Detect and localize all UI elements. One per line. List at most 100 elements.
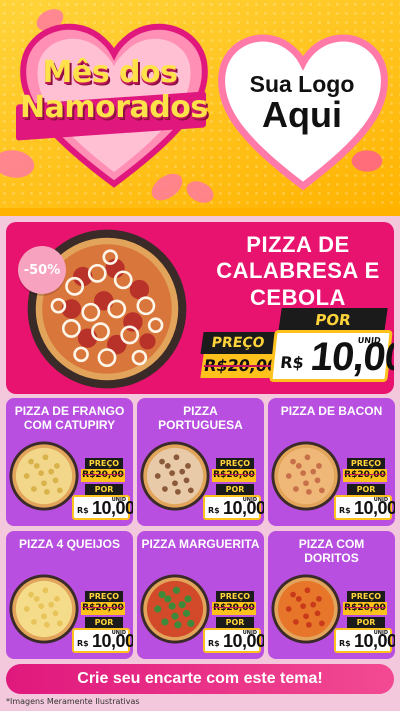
- old-price-value: R$20,00: [213, 470, 255, 480]
- logo-placeholder: Sua Logo Aqui: [222, 72, 382, 134]
- pizza-image: [140, 574, 210, 644]
- topping-piece: [306, 488, 312, 495]
- currency-symbol: R$: [339, 639, 351, 648]
- new-price-box: R$ 10,00 UNID: [72, 628, 133, 653]
- product-card[interactable]: PIZZA MARGUERITA PREÇO R$20,00 POR R$ 10…: [137, 531, 264, 659]
- topping-piece: [293, 619, 299, 625]
- create-flyer-button[interactable]: Crie seu encarte com este tema!: [6, 664, 394, 694]
- topping-piece: [56, 487, 63, 494]
- topping-piece: [173, 454, 180, 461]
- topping-piece: [52, 477, 59, 484]
- new-price-label: POR: [347, 484, 385, 495]
- pizza-image: [9, 441, 79, 511]
- new-price-box: R$ 10,00 UNID: [203, 495, 264, 520]
- product-card[interactable]: PIZZA COM DORITOS PREÇO R$20,00 POR R$ 1…: [268, 531, 395, 659]
- old-price: R$20,00: [212, 602, 256, 615]
- topping-piece: [304, 454, 311, 461]
- topping-piece: [303, 480, 309, 487]
- old-price-label: PREÇO: [347, 458, 385, 469]
- old-price-value: R$20,00: [82, 603, 124, 613]
- product-name: PIZZA DE FRANGO COM CATUPIRY: [14, 404, 125, 433]
- unit-label: UNID: [111, 497, 126, 503]
- pizza-image: [9, 574, 79, 644]
- title-line-1: Mês dos: [42, 55, 178, 90]
- topping-piece: [187, 619, 195, 627]
- footnote: *Imagens Meramente Ilustrativas: [6, 697, 140, 706]
- topping-piece: [179, 468, 186, 475]
- new-price-label: POR: [85, 484, 123, 495]
- topping-piece: [285, 606, 292, 612]
- old-price-value: R$20,00: [82, 470, 124, 480]
- logo-line-1: Sua Logo: [249, 71, 355, 97]
- currency-symbol: R$: [279, 353, 305, 372]
- topping-piece: [48, 468, 55, 475]
- unit-label: UNID: [111, 630, 126, 636]
- unit-label: UNID: [357, 336, 382, 345]
- product-name: PIZZA COM DORITOS: [298, 537, 365, 566]
- new-price-box: R$ 10,00 UNID: [203, 628, 264, 653]
- new-price-box: R$ 10,00 UNID: [334, 495, 395, 520]
- topping-piece: [33, 463, 40, 469]
- topping-piece: [295, 463, 302, 469]
- topping-piece: [158, 591, 166, 599]
- featured-product-card[interactable]: -50% PIZZA DE CALABRESA E CEBOLA PREÇO R…: [6, 222, 394, 394]
- topping-piece: [41, 480, 47, 487]
- old-price: R$20,00: [81, 469, 125, 482]
- currency-symbol: R$: [208, 506, 220, 515]
- pizza-image: [271, 574, 341, 644]
- product-card[interactable]: PIZZA PORTUGUESA PREÇO R$20,00 POR R$ 10…: [137, 398, 264, 526]
- header-banner: Mês dos Namorados Sua Logo Aqui: [0, 0, 400, 215]
- topping-piece: [318, 487, 325, 494]
- unit-label: UNID: [373, 630, 388, 636]
- topping-piece: [38, 603, 44, 609]
- topping-piece: [310, 601, 317, 608]
- product-name: PIZZA PORTUGUESA: [158, 404, 243, 433]
- old-price-label: PREÇO: [347, 591, 385, 602]
- currency-symbol: R$: [339, 506, 351, 515]
- pizza-image: [140, 441, 210, 511]
- product-card[interactable]: PIZZA DE BACON PREÇO R$20,00 POR R$ 10,0…: [268, 398, 395, 526]
- old-price: R$20,00: [212, 469, 256, 482]
- topping-piece: [172, 480, 178, 487]
- new-price-value: 10,00: [308, 335, 394, 379]
- old-price-label: PREÇO: [216, 458, 254, 469]
- topping-piece: [169, 470, 175, 476]
- new-price-label: POR: [278, 308, 388, 332]
- topping-piece: [28, 591, 34, 598]
- product-card[interactable]: PIZZA 4 QUEIJOS PREÇO R$20,00 POR R$ 10,…: [6, 531, 133, 659]
- topping-piece: [52, 610, 59, 617]
- old-price-block: PREÇO R$20,00: [200, 332, 282, 380]
- topping-piece: [164, 595, 172, 603]
- product-card[interactable]: PIZZA DE FRANGO COM CATUPIRY PREÇO R$20,…: [6, 398, 133, 526]
- topping-piece: [154, 473, 161, 479]
- old-price-value: R$20,00: [344, 603, 386, 613]
- title-line-2: Namorados: [20, 89, 208, 125]
- topping-piece: [168, 602, 176, 610]
- topping-piece: [56, 620, 63, 627]
- topping-piece: [159, 458, 165, 465]
- topping-piece: [185, 463, 191, 469]
- new-price-label: POR: [216, 617, 254, 628]
- product-name: PIZZA MARGUERITA: [141, 537, 260, 551]
- topping-piece: [171, 612, 179, 620]
- unit-label: UNID: [373, 497, 388, 503]
- old-price-label: PREÇO: [85, 458, 123, 469]
- topping-piece: [316, 596, 322, 602]
- new-price-box: R$ 10,00 UNID: [72, 495, 133, 520]
- new-price-label: POR: [216, 484, 254, 495]
- topping-piece: [31, 486, 37, 492]
- old-price-label: PREÇO: [85, 591, 123, 602]
- topping-piece: [318, 620, 325, 627]
- topping-piece: [31, 619, 37, 625]
- topping-piece: [162, 486, 168, 492]
- topping-piece: [290, 591, 296, 598]
- topping-piece: [23, 473, 30, 479]
- topping-piece: [183, 477, 190, 484]
- topping-piece: [184, 595, 192, 603]
- topping-piece: [306, 621, 312, 628]
- topping-piece: [303, 613, 309, 620]
- topping-piece: [310, 468, 317, 475]
- featured-product-name: PIZZA DE CALABRESA E CEBOLA: [216, 232, 380, 310]
- topping-piece: [316, 463, 322, 469]
- topping-piece: [300, 470, 306, 476]
